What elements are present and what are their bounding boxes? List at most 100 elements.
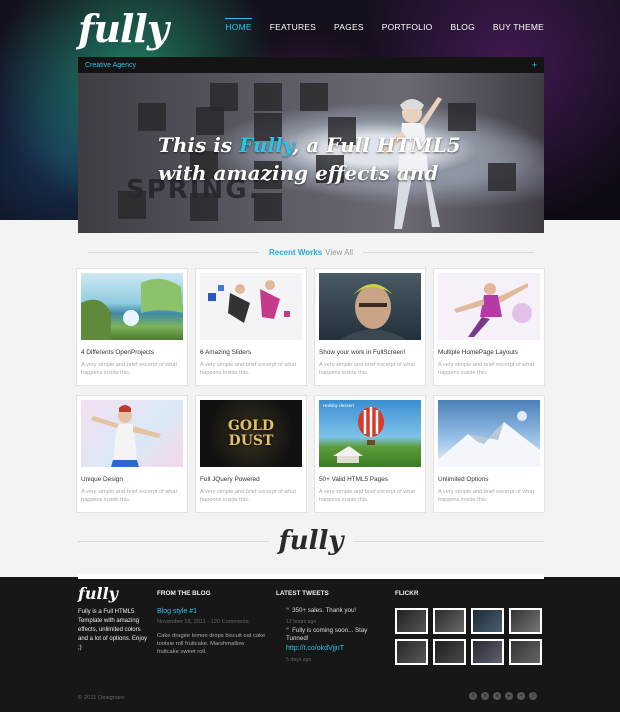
nav-blog[interactable]: BLOG bbox=[450, 22, 474, 32]
jumping-people-illustration bbox=[208, 280, 290, 323]
youtube-icon[interactable]: ▸ bbox=[505, 692, 513, 700]
slider-caption-bar: Creative Agency + bbox=[78, 57, 544, 73]
view-all-link[interactable]: View All bbox=[325, 248, 353, 257]
work-desc: A very simple and brief excerpt of what … bbox=[81, 489, 178, 503]
slider-tile bbox=[138, 103, 166, 131]
flickr-thumb[interactable] bbox=[433, 639, 466, 665]
tweet-link[interactable]: http://t.co/okdVjjnT bbox=[286, 645, 344, 652]
blog-post-meta: November 15, 2011 - 120 Comments bbox=[157, 619, 249, 625]
work-thumbnail[interactable] bbox=[438, 400, 540, 467]
nav-home[interactable]: HOME bbox=[225, 18, 252, 32]
site-logo[interactable]: fully bbox=[78, 6, 169, 51]
slider-tile bbox=[254, 83, 282, 111]
flickr-thumb[interactable] bbox=[509, 608, 542, 634]
work-title[interactable]: 4 Differents OpenProjects bbox=[81, 349, 183, 356]
headline-text: , a Full HTML5 bbox=[292, 133, 461, 157]
work-card[interactable]: Show your work in FullScreen! A very sim… bbox=[314, 268, 426, 386]
mountain-illustration bbox=[438, 411, 540, 467]
work-card[interactable]: Holiday dessert 50+ Valid HTML5 Pages A … bbox=[314, 395, 426, 513]
skype-icon[interactable]: s bbox=[481, 692, 489, 700]
tweet-text: 350+ sales. Thank you! bbox=[292, 607, 357, 614]
hero-slider[interactable]: Creative Agency + SPRING. This is Fully,… bbox=[78, 57, 544, 233]
holiday-text: Holiday dessert bbox=[323, 403, 355, 408]
work-title[interactable]: Unlimited Options bbox=[438, 476, 540, 483]
footer-about-text: Fully is a Full HTML5 Template with amaz… bbox=[78, 609, 148, 651]
work-desc: A very simple and brief excerpt of what … bbox=[81, 362, 178, 376]
flickr-thumb[interactable] bbox=[433, 608, 466, 634]
nav-buy-theme[interactable]: BUY THEME bbox=[493, 22, 544, 32]
work-thumbnail[interactable] bbox=[319, 273, 421, 340]
flickr-icon[interactable]: • bbox=[517, 692, 525, 700]
headline-accent: Fully bbox=[239, 133, 293, 157]
work-thumbnail[interactable]: GOLD DUST bbox=[200, 400, 302, 467]
flickr-thumb[interactable] bbox=[471, 608, 504, 634]
social-links: f s v ▸ • ) bbox=[469, 692, 537, 700]
work-desc: A very simple and brief excerpt of what … bbox=[438, 362, 535, 376]
work-card[interactable]: Multiple HomePage Layouts A very simple … bbox=[433, 268, 545, 386]
tweet-text: Fully is coming soon... Stay Tunned! bbox=[286, 627, 368, 642]
flickr-thumb[interactable] bbox=[395, 608, 428, 634]
work-card[interactable]: Unique Design A very simple and brief ex… bbox=[76, 395, 188, 513]
work-thumbnail[interactable] bbox=[81, 400, 183, 467]
nav-features[interactable]: FEATURES bbox=[270, 22, 316, 32]
work-title[interactable]: 6 Amazing Sliders bbox=[200, 349, 302, 356]
rss-icon[interactable]: ) bbox=[529, 692, 537, 700]
slider-image: SPRING. This is Fully, a Full HTML5 with… bbox=[78, 73, 544, 233]
slider-tile bbox=[254, 193, 282, 221]
slider-tile bbox=[118, 191, 146, 219]
recent-works-heading: Recent Works View All bbox=[78, 246, 544, 258]
work-card[interactable]: GOLD DUST Full JQuery Powered A very sim… bbox=[195, 395, 307, 513]
blog-post-link[interactable]: Blog style #1 bbox=[157, 608, 197, 615]
work-title[interactable]: Unique Design bbox=[81, 476, 183, 483]
tweet-time: 5 days ago bbox=[286, 657, 312, 663]
recent-works-title: Recent Works bbox=[268, 247, 323, 257]
facebook-icon[interactable]: f bbox=[469, 692, 477, 700]
blog-post-excerpt: Cake dragée lemon drops biscuit oat cake… bbox=[157, 633, 266, 655]
copyright: © 2011 Designare bbox=[78, 695, 125, 701]
work-desc: A very simple and brief excerpt of what … bbox=[438, 489, 535, 503]
blog-column-title: FROM THE BLOG bbox=[157, 590, 211, 597]
slider-tile bbox=[488, 163, 516, 191]
dancer-illustration bbox=[454, 283, 532, 337]
work-title[interactable]: Multiple HomePage Layouts bbox=[438, 349, 540, 356]
flickr-thumb[interactable] bbox=[509, 639, 542, 665]
quote-icon: “ bbox=[286, 627, 290, 634]
work-card[interactable]: Unlimited Options A very simple and brie… bbox=[433, 395, 545, 513]
man-portrait-illustration bbox=[339, 284, 407, 340]
divider-logo[interactable]: fully bbox=[269, 526, 354, 556]
work-title[interactable]: Full JQuery Powered bbox=[200, 476, 302, 483]
tweet-item: “Fully is coming soon... Stay Tunned! bbox=[286, 627, 386, 643]
work-thumbnail[interactable] bbox=[81, 273, 183, 340]
quote-icon: “ bbox=[286, 607, 290, 614]
vimeo-icon[interactable]: v bbox=[493, 692, 501, 700]
works-grid: 4 Differents OpenProjects A very simple … bbox=[76, 268, 546, 513]
flickr-thumb[interactable] bbox=[395, 639, 428, 665]
flickr-gallery bbox=[395, 608, 542, 665]
footer-top-bar bbox=[78, 574, 544, 579]
slider-headline: This is Fully, a Full HTML5 with amazing… bbox=[158, 131, 461, 187]
flickr-thumb[interactable] bbox=[471, 639, 504, 665]
balloon-illustration bbox=[333, 407, 384, 463]
work-thumbnail[interactable] bbox=[200, 273, 302, 340]
nav-portfolio[interactable]: PORTFOLIO bbox=[382, 22, 433, 32]
work-title[interactable]: Show your work in FullScreen! bbox=[319, 349, 421, 356]
work-title[interactable]: 50+ Valid HTML5 Pages bbox=[319, 476, 421, 483]
work-card[interactable]: 4 Differents OpenProjects A very simple … bbox=[76, 268, 188, 386]
work-card[interactable]: 6 Amazing Sliders A very simple and brie… bbox=[195, 268, 307, 386]
work-desc: A very simple and brief excerpt of what … bbox=[319, 489, 416, 503]
work-thumbnail[interactable]: Holiday dessert bbox=[319, 400, 421, 467]
work-desc: A very simple and brief excerpt of what … bbox=[200, 489, 297, 503]
gold-dust-text: GOLD DUST bbox=[227, 417, 275, 449]
tweet-time: 12 hours ago bbox=[286, 619, 317, 625]
slider-tile bbox=[300, 83, 328, 111]
nav-pages[interactable]: PAGES bbox=[334, 22, 364, 32]
slider-tile bbox=[190, 193, 218, 221]
work-thumbnail[interactable] bbox=[438, 273, 540, 340]
work-desc: A very simple and brief excerpt of what … bbox=[319, 362, 416, 376]
plus-icon[interactable]: + bbox=[532, 60, 537, 70]
woman-illustration bbox=[91, 405, 161, 467]
headline-text: This is bbox=[158, 133, 240, 157]
footer-logo[interactable]: fully bbox=[78, 584, 118, 603]
tweets-column-title: LATEST TWEETS bbox=[276, 590, 329, 597]
slider-tile bbox=[448, 103, 476, 131]
